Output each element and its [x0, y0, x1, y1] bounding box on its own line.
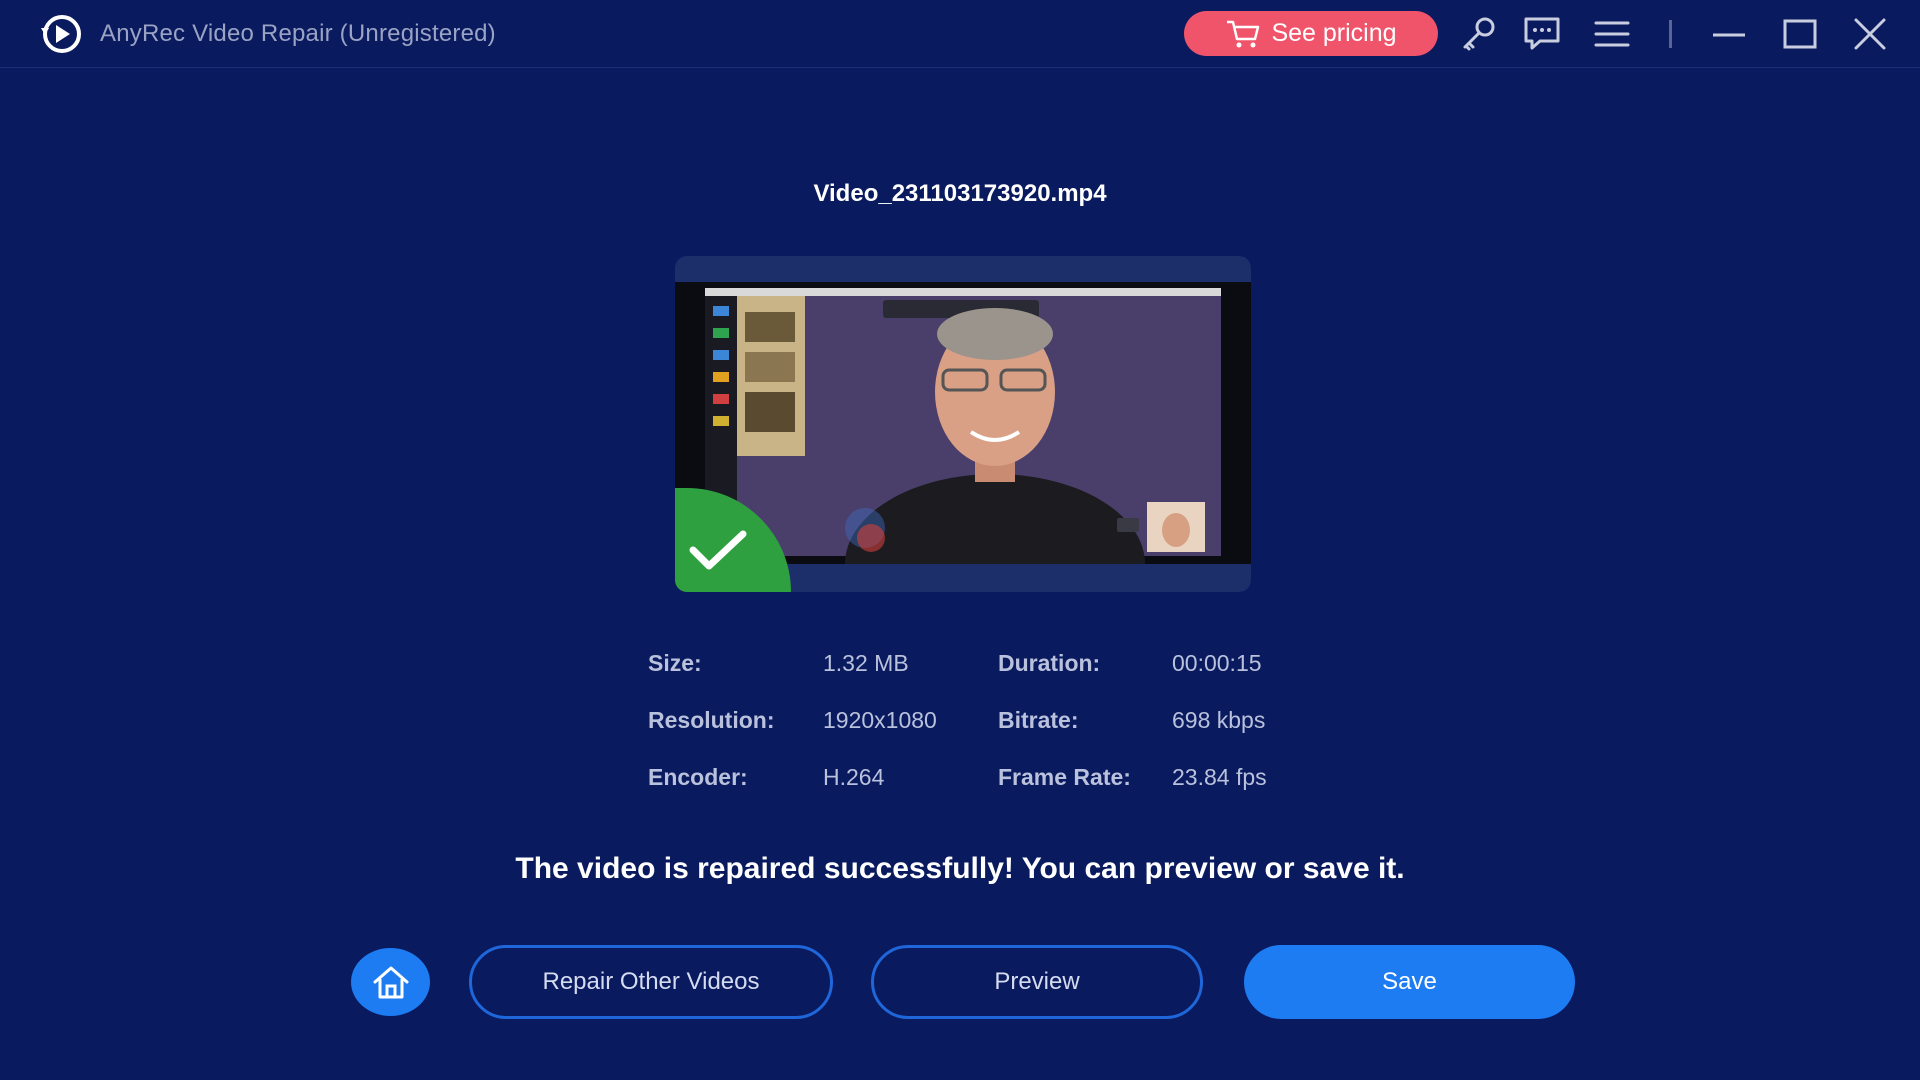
home-icon: [373, 966, 408, 999]
encoder-label: Encoder:: [648, 764, 748, 790]
menu-icon[interactable]: [1592, 14, 1632, 54]
home-button[interactable]: [351, 948, 430, 1016]
titlebar-separator: [1669, 20, 1672, 48]
duration-value: 00:00:15: [1172, 650, 1262, 676]
size-label: Size:: [648, 650, 702, 676]
key-icon[interactable]: [1458, 14, 1498, 54]
encoder-value: H.264: [823, 764, 885, 790]
success-message: The video is repaired successfully! You …: [515, 852, 1405, 885]
see-pricing-label: See pricing: [1271, 19, 1397, 47]
maximize-icon[interactable]: [1780, 14, 1820, 54]
cart-icon: [1227, 20, 1260, 47]
video-filename: Video_231103173920.mp4: [813, 180, 1107, 207]
duration-label: Duration:: [998, 650, 1101, 676]
app-logo-icon: [41, 15, 81, 53]
preview-button[interactable]: Preview: [871, 945, 1203, 1019]
framerate-label: Frame Rate:: [998, 764, 1131, 790]
framerate-value: 23.84 fps: [1172, 764, 1267, 790]
bitrate-label: Bitrate:: [998, 707, 1079, 733]
minimize-icon[interactable]: [1709, 14, 1749, 54]
window-title: AnyRec Video Repair (Unregistered): [100, 20, 496, 47]
bitrate-value: 698 kbps: [1172, 707, 1266, 733]
resolution-label: Resolution:: [648, 707, 775, 733]
save-button[interactable]: Save: [1244, 945, 1575, 1019]
video-thumbnail: [675, 256, 1251, 592]
chat-icon[interactable]: [1522, 14, 1562, 54]
repair-other-videos-button[interactable]: Repair Other Videos: [469, 945, 833, 1019]
see-pricing-button[interactable]: See pricing: [1184, 11, 1438, 56]
size-value: 1.32 MB: [823, 650, 909, 676]
title-bar: AnyRec Video Repair (Unregistered) See p…: [0, 0, 1920, 68]
resolution-value: 1920x1080: [823, 707, 937, 733]
close-icon[interactable]: [1850, 14, 1890, 54]
